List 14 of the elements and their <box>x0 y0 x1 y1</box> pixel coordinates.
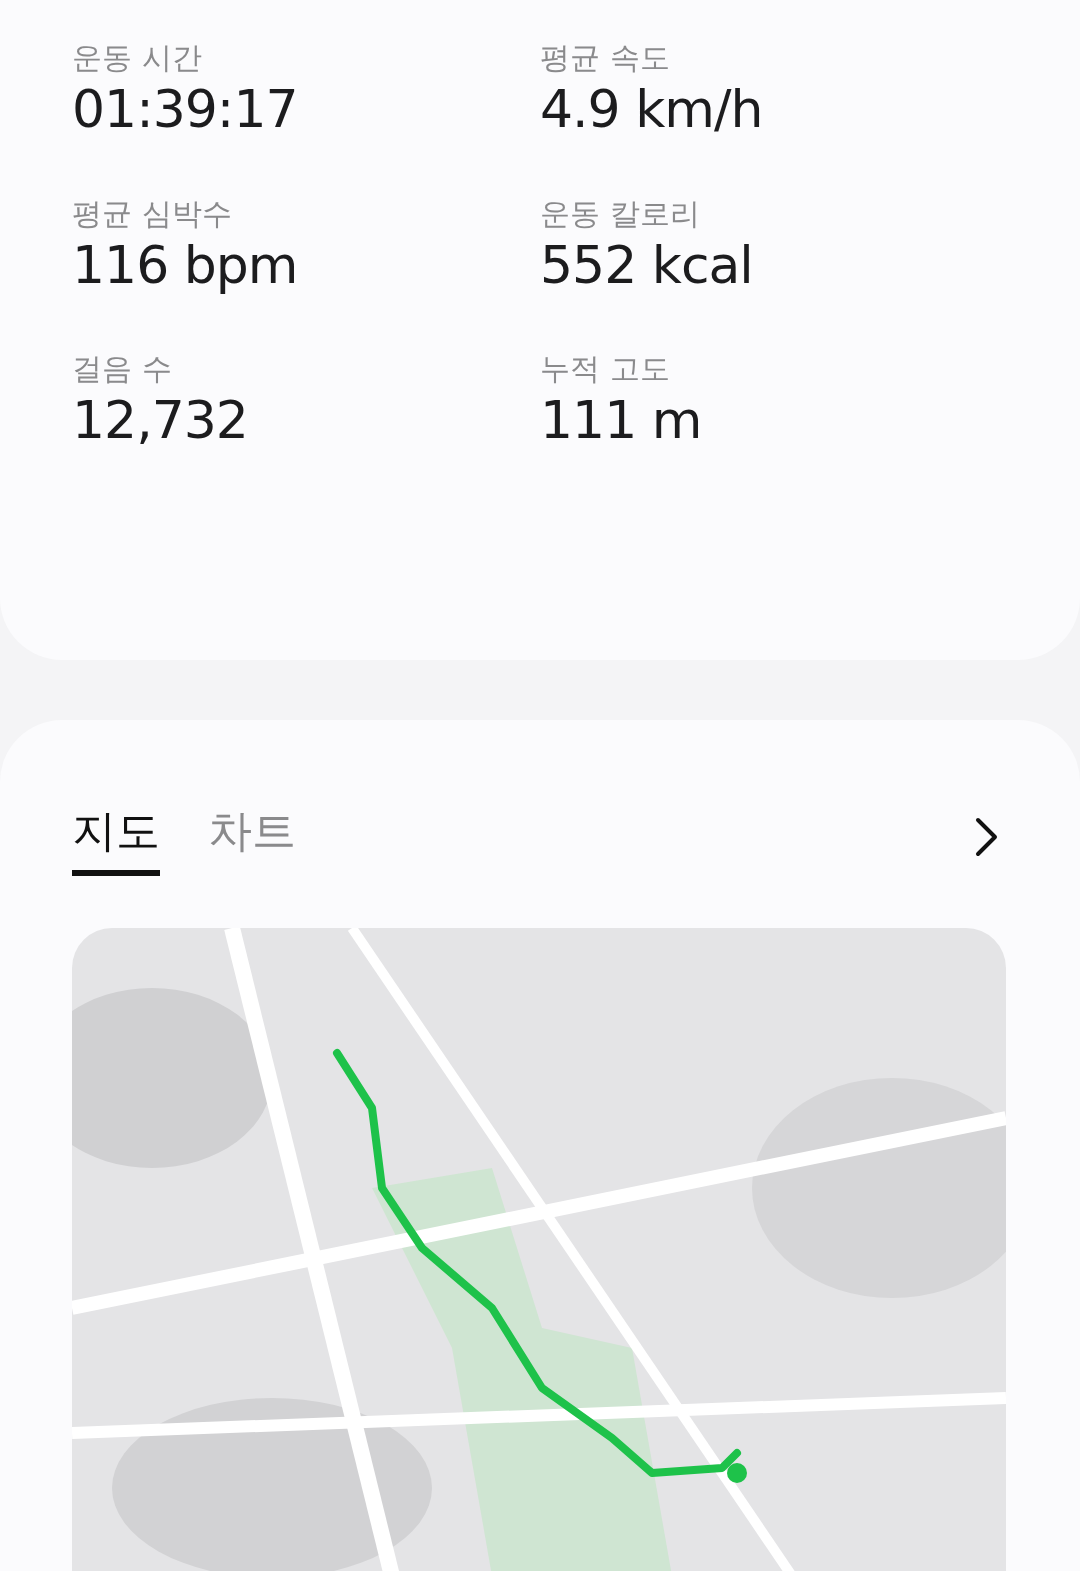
stat-value: 116 bpm <box>72 233 299 297</box>
stat-label: 운동 시간 <box>72 40 203 76</box>
stat-value: 111 m <box>540 389 703 453</box>
stat-label: 누적 고도 <box>540 351 671 388</box>
stat-label: 평균 심박수 <box>72 195 233 232</box>
tab[interactable]: 지도 <box>72 798 160 876</box>
stat-label: 걸음 수 <box>72 351 173 388</box>
stat-value: 4.9 km/h <box>540 78 764 141</box>
stat-value: 12,732 <box>72 389 249 453</box>
stat-label: 운동 칼로리 <box>540 195 701 232</box>
chevron-right-icon[interactable] <box>974 817 1000 857</box>
stat-label: 평균 속도 <box>540 40 671 76</box>
stat-value: 552 kcal <box>540 233 754 297</box>
stat-value: 01:39:17 <box>72 78 299 141</box>
